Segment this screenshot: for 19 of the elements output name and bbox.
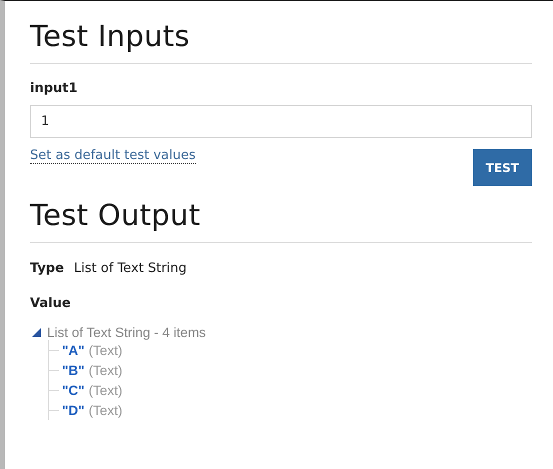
input-field[interactable]: 1 — [30, 105, 532, 138]
tree-root-label: List of Text String - 4 items — [47, 325, 206, 340]
item-type: (Text) — [88, 342, 122, 358]
type-label: Type — [30, 261, 64, 276]
item-type: (Text) — [88, 402, 122, 418]
item-value: "A" — [62, 342, 85, 358]
test-button[interactable]: TEST — [472, 149, 532, 186]
section-heading: Test Output — [30, 198, 532, 243]
section-heading: Test Inputs — [30, 19, 532, 64]
item-type: (Text) — [88, 382, 122, 398]
expand-triangle-icon[interactable] — [32, 328, 41, 337]
field-label: input1 — [30, 81, 79, 96]
item-value: "D" — [62, 402, 85, 418]
type-value: List of Text String — [74, 261, 187, 276]
default-values-link[interactable]: Set as default test values — [30, 148, 196, 164]
value-label: Value — [30, 296, 72, 311]
item-value: "B" — [62, 362, 85, 378]
item-value: "C" — [62, 382, 85, 398]
item-type: (Text) — [88, 362, 122, 378]
